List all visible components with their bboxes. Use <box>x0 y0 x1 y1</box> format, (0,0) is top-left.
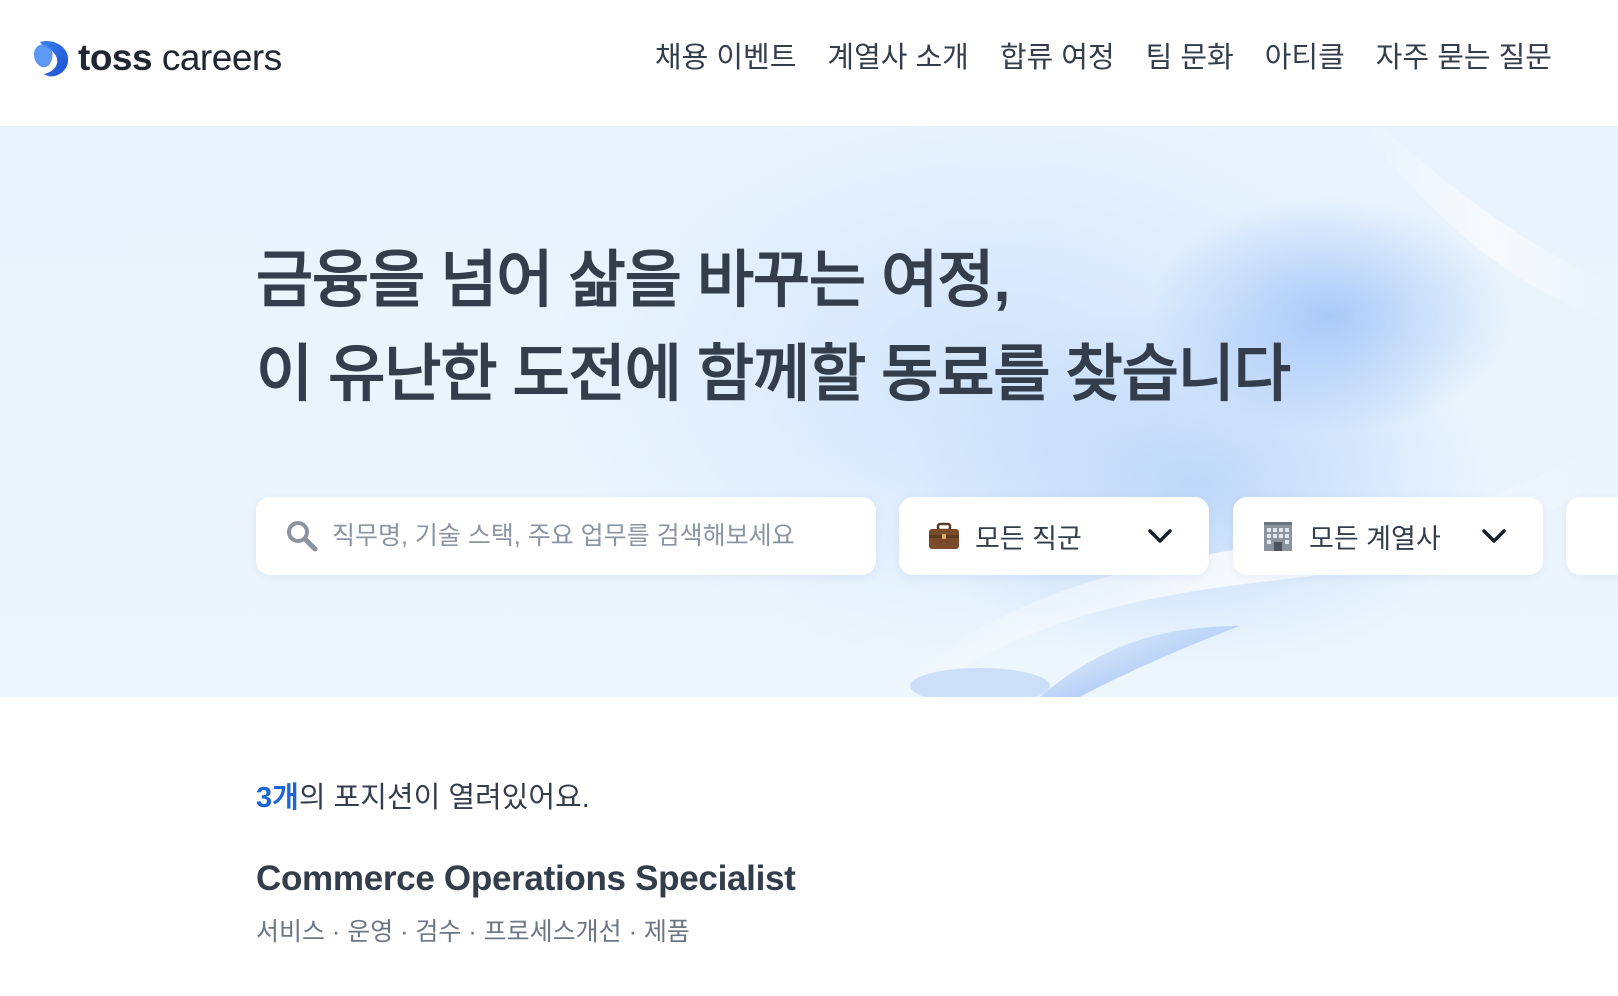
hero-title: 금융을 넘어 삶을 바꾸는 여정, 이 유난한 도전에 함께할 동료를 찾습니다 <box>256 234 1291 422</box>
nav-faq[interactable]: 자주 묻는 질문 <box>1376 38 1552 78</box>
main-nav: 채용 이벤트 계열사 소개 합류 여정 팀 문화 아티클 자주 묻는 질문 <box>624 38 1552 78</box>
job-posting-title[interactable]: Commerce Operations Specialist <box>256 856 796 902</box>
logo-wordmark: toss careers <box>78 37 282 78</box>
office-building-icon <box>1264 522 1292 551</box>
job-category-dropdown[interactable]: 모든 직군 <box>899 497 1209 575</box>
chevron-down-icon <box>1148 529 1172 543</box>
nav-recruit-events[interactable]: 채용 이벤트 <box>655 38 796 78</box>
additional-filter-dropdown[interactable] <box>1566 497 1618 575</box>
toss-careers-logo[interactable]: toss careers <box>30 36 282 80</box>
site-header: toss careers 채용 이벤트 계열사 소개 합류 여정 팀 문화 아티… <box>0 0 1618 126</box>
nav-affiliates[interactable]: 계열사 소개 <box>827 38 968 78</box>
job-posting-tags: 서비스 · 운영 · 검수 · 프로세스개선 · 제품 <box>256 918 690 946</box>
position-count-suffix: 의 포지션이 열려있어요. <box>298 782 590 814</box>
position-count: 3개의 포지션이 열려있어요. <box>256 778 590 818</box>
nav-articles[interactable]: 아티클 <box>1265 38 1345 78</box>
company-selected: 모든 계열사 <box>1309 523 1441 554</box>
briefcase-icon <box>929 522 959 549</box>
search-box[interactable] <box>256 497 876 575</box>
chevron-down-icon <box>1482 529 1506 543</box>
hero-section: 금융을 넘어 삶을 바꾸는 여정, 이 유난한 도전에 함께할 동료를 찾습니다… <box>0 126 1618 697</box>
company-dropdown[interactable]: 모든 계열사 <box>1233 497 1543 575</box>
magnifier-icon <box>287 521 318 552</box>
nav-joining-journey[interactable]: 합류 여정 <box>1000 38 1115 78</box>
toss-logo-icon <box>34 40 69 77</box>
hero-title-line2: 이 유난한 도전에 함께할 동료를 찾습니다 <box>256 340 1291 409</box>
hero-title-line1: 금융을 넘어 삶을 바꾸는 여정, <box>256 246 1011 315</box>
job-category-selected: 모든 직군 <box>975 523 1082 554</box>
search-input[interactable] <box>332 516 852 556</box>
position-count-number: 3개 <box>256 782 299 814</box>
nav-team-culture[interactable]: 팀 문화 <box>1146 38 1234 78</box>
